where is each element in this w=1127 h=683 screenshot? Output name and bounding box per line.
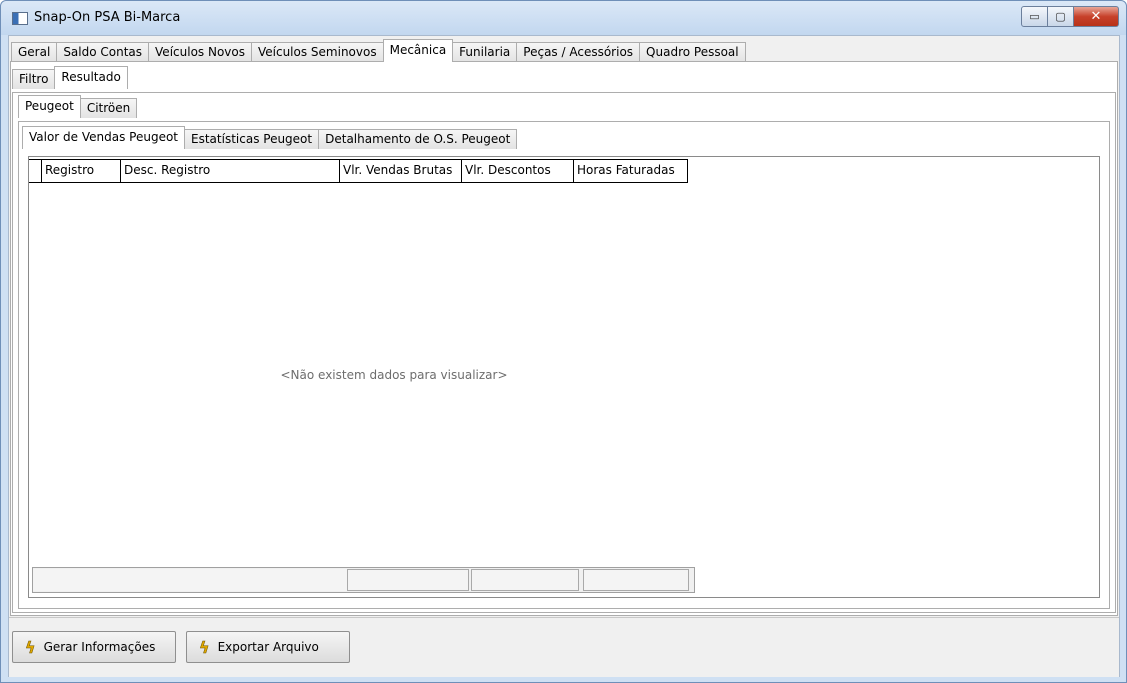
gerar-informacoes-label: Gerar Informações [43,640,156,654]
grid-summary-row [32,567,695,593]
close-button[interactable]: ✕ [1074,6,1119,27]
tab-geral[interactable]: Geral [11,42,58,62]
tab-detalhamento-os[interactable]: Detalhamento de O.S. Peugeot [318,129,518,149]
tab-pecas-acessorios[interactable]: Peças / Acessórios [516,42,641,62]
view-tab-strip: Filtro Resultado [12,66,128,89]
main-tab-strip: Geral Saldo Contas Veículos Novos Veícul… [11,39,746,62]
tab-filtro[interactable]: Filtro [12,69,56,89]
app-window: Snap-On PSA Bi-Marca ▭ ▢ ✕ Geral Saldo C… [0,0,1127,683]
column-header-horas-faturadas[interactable]: Horas Faturadas [573,159,688,183]
tab-citroen[interactable]: Citröen [79,98,138,118]
close-icon: ✕ [1090,9,1102,24]
tab-veiculos-seminovos[interactable]: Veículos Seminovos [250,42,384,62]
column-header-vlr-descontos[interactable]: Vlr. Descontos [461,159,574,183]
report-tab-strip: Valor de Vendas Peugeot Estatísticas Peu… [22,126,518,149]
tab-veiculos-novos[interactable]: Veículos Novos [148,42,252,62]
tab-valor-de-vendas[interactable]: Valor de Vendas Peugeot [22,126,186,149]
action-bar: ϟ Gerar Informações ϟ Exportar Arquivo [9,617,1119,677]
tab-funilaria[interactable]: Funilaria [452,42,518,62]
tab-mecanica[interactable]: Mecânica [382,39,454,62]
summary-cell-spacer [33,569,347,591]
tab-saldo-contas[interactable]: Saldo Contas [56,42,150,62]
data-grid[interactable]: Registro Desc. Registro Vlr. Vendas Brut… [28,156,1100,598]
title-bar: Snap-On PSA Bi-Marca ▭ ▢ ✕ [1,1,1126,35]
lightning-icon: ϟ [25,637,36,657]
maximize-icon: ▢ [1055,10,1066,23]
grid-header: Registro Desc. Registro Vlr. Vendas Brut… [29,159,688,183]
column-header-desc-registro[interactable]: Desc. Registro [120,159,340,183]
tab-quadro-pessoal[interactable]: Quadro Pessoal [639,42,746,62]
empty-grid-message: <Não existem dados para visualizar> [280,368,508,382]
column-header-registro[interactable]: Registro [41,159,121,183]
gerar-informacoes-button[interactable]: ϟ Gerar Informações [12,631,176,663]
exportar-arquivo-button[interactable]: ϟ Exportar Arquivo [186,631,350,663]
app-icon [12,12,28,25]
brand-tab-strip: Peugeot Citröen [18,95,138,118]
column-header-vlr-vendas-brutas[interactable]: Vlr. Vendas Brutas [339,159,462,183]
window-title: Snap-On PSA Bi-Marca [34,10,181,25]
summary-cell-horas [583,569,689,591]
exportar-arquivo-label: Exportar Arquivo [217,640,319,654]
lightning-icon: ϟ [199,637,210,657]
summary-cell-vendas-brutas [347,569,469,591]
window-controls: ▭ ▢ ✕ [1021,6,1119,27]
maximize-button[interactable]: ▢ [1048,6,1074,27]
tab-peugeot[interactable]: Peugeot [18,95,81,118]
minimize-button[interactable]: ▭ [1021,6,1048,27]
tab-estatisticas[interactable]: Estatísticas Peugeot [184,129,320,149]
minimize-icon: ▭ [1029,10,1040,23]
tab-resultado[interactable]: Resultado [54,66,128,89]
summary-cell-descontos [471,569,579,591]
